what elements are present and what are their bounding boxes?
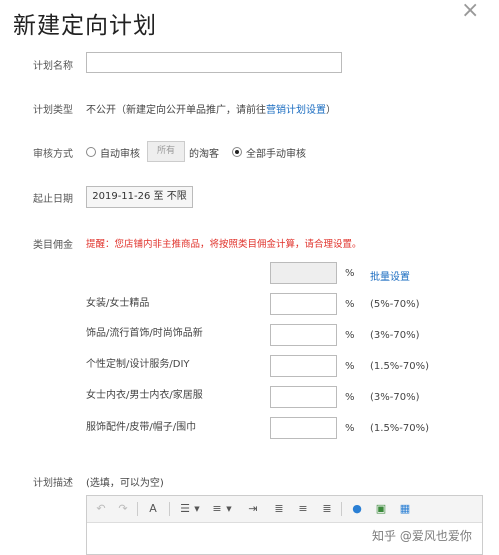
category-percent: % — [345, 330, 355, 341]
batch-percent: % — [345, 268, 355, 279]
toolbar-divider — [169, 502, 170, 516]
table-icon[interactable]: ▦ — [397, 501, 413, 517]
close-icon[interactable]: × — [461, 0, 479, 23]
align-right-icon[interactable]: ≣ — [319, 501, 335, 517]
category-name: 饰品/流行首饰/时尚饰品新 — [86, 328, 203, 339]
align-left-icon[interactable]: ≣ — [271, 501, 287, 517]
auto-review-label: 自动审核 — [100, 149, 140, 160]
description-editor[interactable]: ↶ ↷ A ☰ ▼ ≡ ▼ ⇥ ≣ ≡ ≣ ● ▣ ▦ — [86, 495, 483, 555]
description-label: 计划描述 — [33, 478, 73, 489]
category-rate-input[interactable] — [270, 386, 337, 408]
plan-type-suffix: ） — [326, 105, 336, 116]
marketing-plan-settings-link[interactable]: 营销计划设置 — [266, 105, 326, 116]
watermark: 知乎 @爱风也爱你 — [372, 529, 472, 543]
toolbar-divider — [137, 502, 138, 516]
category-range: (5%-70%) — [370, 299, 420, 310]
toolbar-divider — [341, 502, 342, 516]
date-range-label: 起止日期 — [33, 194, 73, 205]
editor-toolbar: ↶ ↷ A ☰ ▼ ≡ ▼ ⇥ ≣ ≡ ≣ ● ▣ ▦ — [87, 496, 482, 523]
manual-review-radio[interactable] — [232, 147, 242, 157]
undo-icon[interactable]: ↶ — [93, 501, 109, 517]
auto-review-select[interactable]: 所有 — [147, 141, 185, 162]
commission-label: 类目佣金 — [33, 240, 73, 251]
chevron-down-icon[interactable]: ▼ — [225, 501, 233, 517]
auto-review-radio[interactable] — [86, 147, 96, 157]
category-rate-input[interactable] — [270, 324, 337, 346]
category-percent: % — [345, 423, 355, 434]
commission-warning: 提醒：您店铺内非主推商品，将按照类目佣金计算，请合理设置。 — [86, 239, 362, 250]
review-method-label: 审核方式 — [33, 149, 73, 160]
category-range: (3%-70%) — [370, 330, 420, 341]
manual-review-label: 全部手动审核 — [246, 149, 306, 160]
category-range: (1.5%-70%) — [370, 361, 430, 372]
plan-name-input[interactable] — [86, 52, 342, 73]
chevron-down-icon[interactable]: ▼ — [193, 501, 201, 517]
indent-icon[interactable]: ⇥ — [245, 501, 261, 517]
description-hint: (选填，可以为空) — [86, 478, 164, 489]
image-icon[interactable]: ▣ — [373, 501, 389, 517]
batch-rate-input[interactable] — [270, 262, 337, 284]
plan-type-desc: 不公开（新建定向公开单品推广，请前往 — [86, 105, 266, 116]
dialog-title: 新建定向计划 — [13, 13, 157, 39]
category-rate-input[interactable] — [270, 293, 337, 315]
category-rate-input[interactable] — [270, 417, 337, 439]
category-rate-input[interactable] — [270, 355, 337, 377]
category-name: 女装/女士精品 — [86, 298, 150, 309]
batch-setting-link[interactable]: 批量设置 — [370, 268, 410, 283]
plan-type-label: 计划类型 — [33, 105, 73, 116]
category-percent: % — [345, 392, 355, 403]
date-range-button[interactable]: 2019-11-26 至 不限 — [86, 186, 193, 208]
category-name: 女士内衣/男士内衣/家居服 — [86, 390, 203, 401]
plan-name-label: 计划名称 — [33, 61, 73, 72]
globe-icon[interactable]: ● — [349, 501, 365, 517]
bulleted-list-icon[interactable]: ☰ — [177, 501, 193, 517]
category-name: 服饰配件/皮带/帽子/围巾 — [86, 422, 197, 433]
category-percent: % — [345, 361, 355, 372]
category-name: 个性定制/设计服务/DIY — [86, 359, 190, 370]
redo-icon[interactable]: ↷ — [115, 501, 131, 517]
category-percent: % — [345, 299, 355, 310]
category-range: (1.5%-70%) — [370, 423, 430, 434]
category-range: (3%-70%) — [370, 392, 420, 403]
align-center-icon[interactable]: ≡ — [295, 501, 311, 517]
auto-review-suffix: 的淘客 — [189, 149, 219, 160]
clear-format-icon[interactable]: A — [145, 501, 161, 517]
plan-type-text: 不公开（新建定向公开单品推广，请前往营销计划设置） — [86, 101, 336, 116]
numbered-list-icon[interactable]: ≡ — [209, 501, 225, 517]
